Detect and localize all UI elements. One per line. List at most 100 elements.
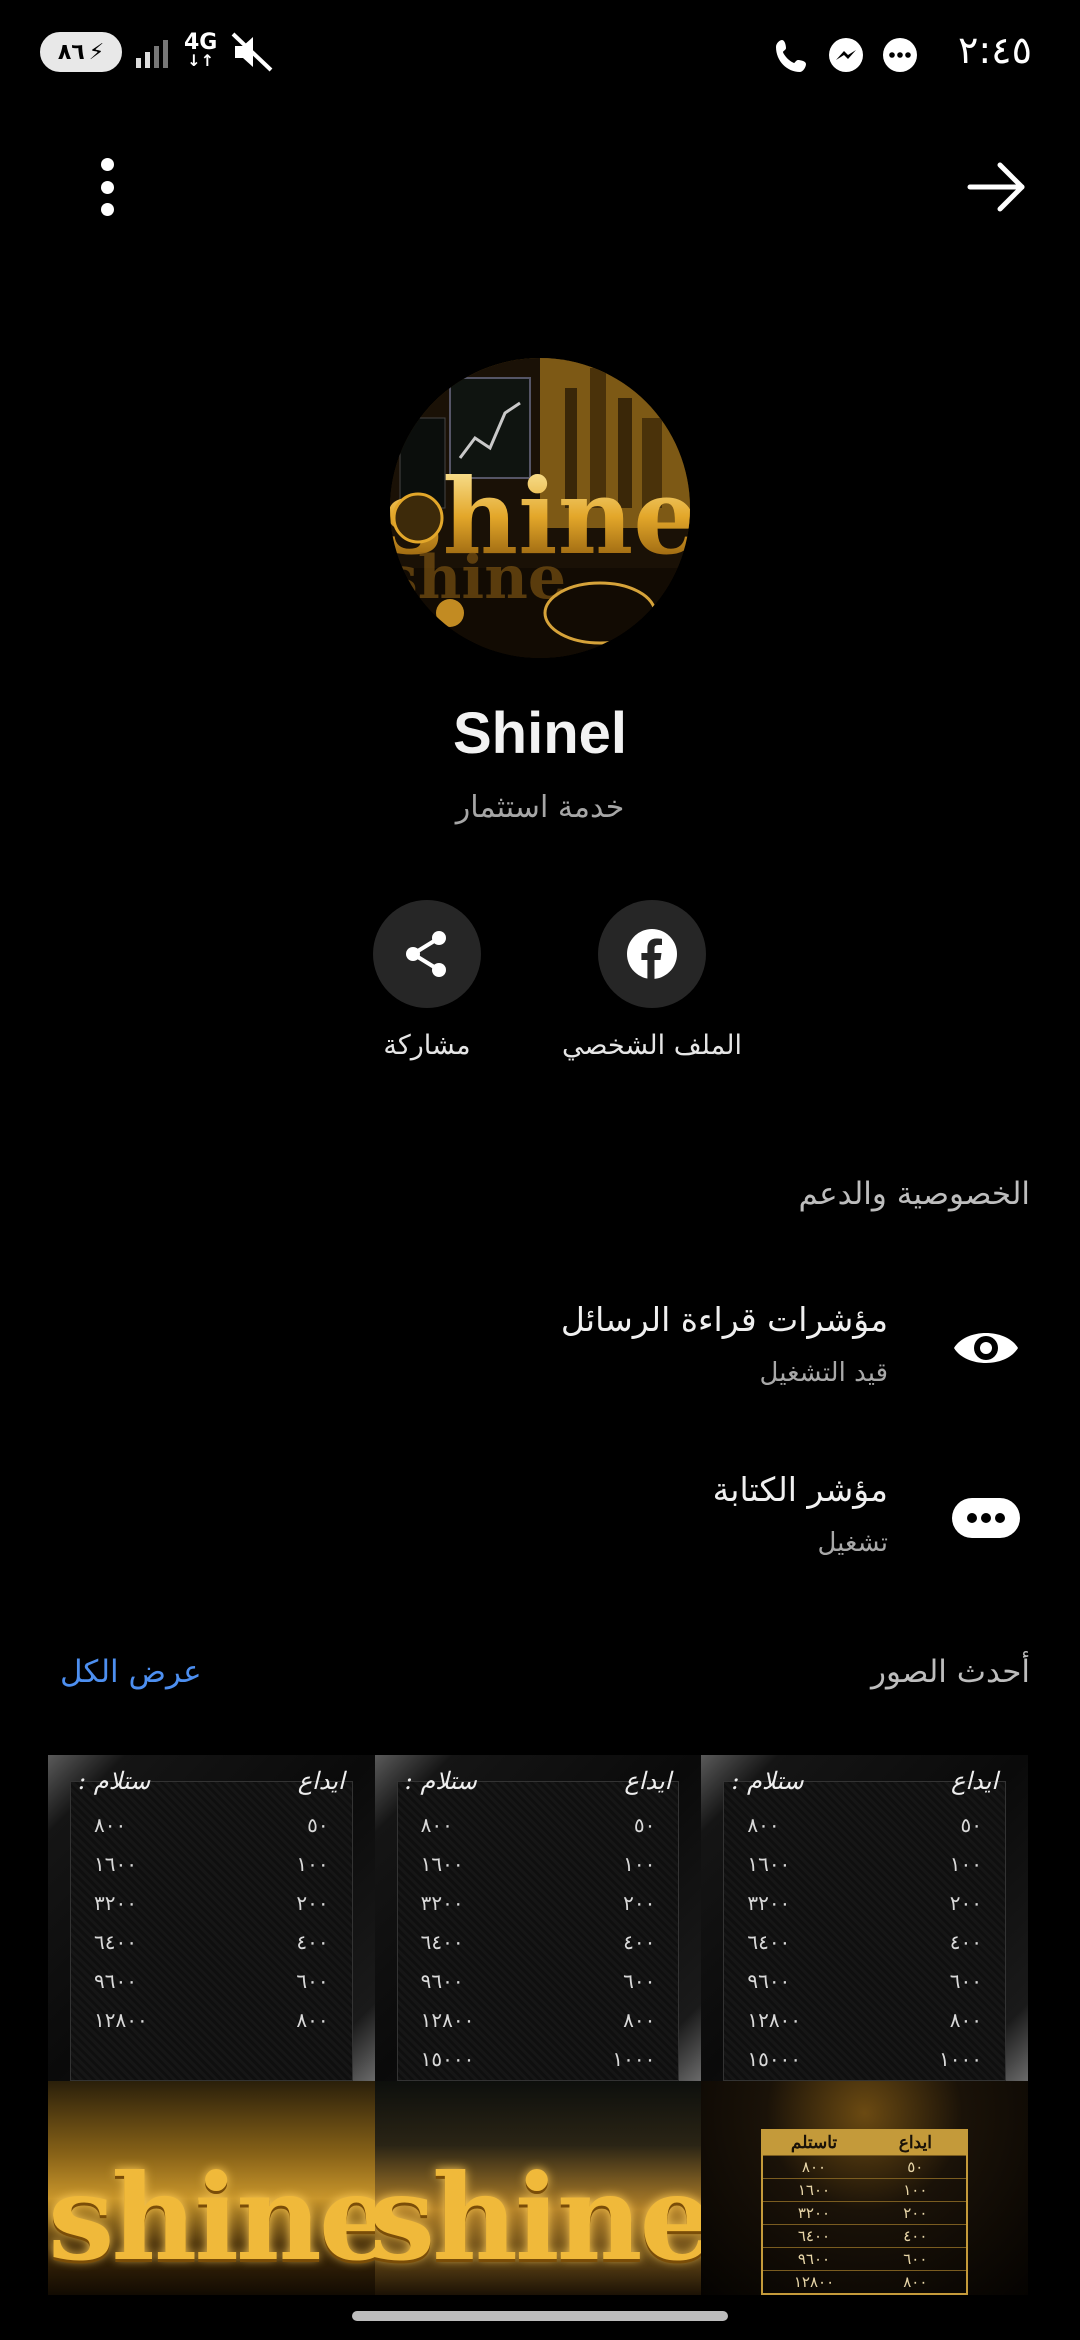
photo-table-cell: ٨٠٠: [747, 1812, 780, 1837]
status-left-group: ٨٦ ⚡ 4G ↓↑: [40, 32, 273, 72]
photo-table-cell: ١٢٨٠٠: [747, 2007, 802, 2032]
photo-table-cell: ٦٠٠: [296, 1968, 329, 1993]
photo-table-cell: ٤٠٠: [949, 1929, 982, 1954]
photo-table-cell: ١٦٠٠: [420, 1851, 464, 1876]
photo-table-cell: ٣٢٠٠: [747, 1890, 791, 1915]
recent-photos-title: أحدث الصور: [870, 1654, 1030, 1690]
messenger-icon: [829, 38, 863, 72]
photo-table-cell: ٢٠٠: [949, 1890, 982, 1915]
photo-table-row: ٥٠ ٨٠٠: [405, 1805, 672, 1844]
data-arrows-icon: ↓↑: [187, 51, 215, 70]
mini-table-row: ٨٠٠ ١٢٨٠٠: [763, 2270, 966, 2293]
photo-tile[interactable]: ايداع ستلام : ٥٠ ٨٠٠ ١٠٠ ١٦٠٠ ٢٠٠ ٣٢٠٠ ٤٠٠ ٦٤٠٠ ٦٠…: [48, 1755, 375, 2081]
photo-table-cell: ١٥٠٠٠: [420, 2046, 475, 2071]
signal-icon: [136, 40, 168, 68]
share-button-circle: [373, 900, 481, 1008]
more-options-button[interactable]: [82, 152, 132, 222]
home-indicator[interactable]: [352, 2311, 728, 2321]
status-time: ٢:٤٥: [957, 28, 1032, 72]
photo-table-row: ١٠٠ ١٦٠٠: [78, 1844, 345, 1883]
photo-table-cell: ١٢٨٠٠: [94, 2007, 148, 2032]
network-type: 4G ↓↑: [184, 30, 218, 70]
mini-table-cell: ٨٠٠: [801, 2158, 827, 2176]
profile-avatar[interactable]: shine shine: [390, 358, 690, 658]
typing-indicator-title: مؤشر الكتابة: [712, 1470, 888, 1509]
photo-table-cell: ٦٤٠٠: [747, 1929, 791, 1954]
more-vert-icon: [100, 158, 114, 171]
photo-table: ايداع ستلام : ٥٠ ٨٠٠ ١٠٠ ١٦٠٠ ٢٠٠ ٣٢٠٠ ٤٠٠ ٦٤٠٠ ٦٠…: [731, 1767, 998, 2078]
photos-grid: ايداع ستلام : ٥٠ ٨٠٠ ١٠٠ ١٦٠٠ ٢٠٠ ٣٢٠٠ ٤٠٠ ٦٤٠٠ ٦٠…: [48, 1755, 1028, 2295]
photo-tile[interactable]: shinel: [48, 2081, 375, 2295]
mini-table-row: ٦٠٠ ٩٦٠٠: [763, 2247, 966, 2270]
photo-table-cell: ٥٠: [960, 1812, 982, 1837]
photo-table-row: ٦٠٠ ٩٦٠٠: [405, 1961, 672, 2000]
read-receipts-row[interactable]: مؤشرات قراءة الرسائل قيد التشغيل: [0, 1290, 1080, 1410]
photo-table-cell: ١٢٨٠٠: [420, 2007, 475, 2032]
svg-text:shine: shine: [390, 543, 566, 613]
read-receipts-title: مؤشرات قراءة الرسائل: [560, 1300, 888, 1339]
photo-table-cell: ٦٤٠٠: [420, 1929, 464, 1954]
photo-table-cell: ١٠٠: [296, 1851, 329, 1876]
mini-table-header-cell: تاستلم: [790, 2133, 838, 2153]
photo-tile[interactable]: ايداع ستلام : ٥٠ ٨٠٠ ١٠٠ ١٦٠٠ ٢٠٠ ٣٢٠٠ ٤٠٠ ٦٤٠٠ ٦٠…: [701, 1755, 1028, 2081]
photo-table-cell: ١٥٠٠٠: [747, 2046, 802, 2071]
mini-table-cell: ٥٠: [907, 2158, 924, 2176]
photo-table-cell: ٨٠٠: [949, 2007, 982, 2032]
photo-table: ايداع ستلام : ٥٠ ٨٠٠ ١٠٠ ١٦٠٠ ٢٠٠ ٣٢٠٠ ٤٠٠ ٦٤٠٠ ٦٠…: [405, 1767, 672, 2078]
mini-table-cell: ١٠٠: [903, 2181, 928, 2199]
photo-table-cell: ٦٠٠: [623, 1968, 656, 1993]
share-icon: [406, 931, 446, 977]
photo-table-cell: ٨٠٠: [94, 1812, 127, 1837]
photo-table-cell: ٣٢٠٠: [420, 1890, 464, 1915]
profile-name: Shinel: [452, 701, 628, 766]
network-type-label: 4G: [184, 30, 218, 55]
photo-table-row: ١٠٠٠ ١٥٠٠٠: [731, 2039, 998, 2078]
photo-table-cell: ١٦٠٠: [94, 1851, 137, 1876]
photo-table-cell: ٥٠: [633, 1812, 656, 1837]
call-icon: [776, 40, 806, 72]
view-all-link[interactable]: عرض الكل: [60, 1654, 202, 1690]
photo-table-row: ٤٠٠ ٦٤٠٠: [731, 1922, 998, 1961]
photo-table-row: ٢٠٠ ٣٢٠٠: [405, 1883, 672, 1922]
mini-table-row: ٤٠٠ ٦٤٠٠: [763, 2224, 966, 2247]
mini-table-cell: ٤٠٠: [903, 2227, 928, 2245]
photo-tile[interactable]: ايداع تاستلم ٥٠ ٨٠٠ ١٠٠ ١٦٠٠ ٢٠٠ ٣٢٠٠ ٤٠٠ ٦٤٠٠ ٦٠٠…: [701, 2081, 1028, 2295]
mini-table-header: ايداع تاستلم: [763, 2131, 966, 2155]
mini-table-cell: ٩٦٠٠: [797, 2250, 831, 2268]
charging-icon: ⚡: [88, 39, 105, 65]
photo-tile[interactable]: ايداع ستلام : ٥٠ ٨٠٠ ١٠٠ ١٦٠٠ ٢٠٠ ٣٢٠٠ ٤٠٠ ٦٤٠٠ ٦٠…: [374, 1755, 702, 2081]
photo-table-cell: ٨٠٠: [420, 1812, 453, 1837]
photo-gold-text: shine: [374, 2148, 702, 2287]
photo-tile[interactable]: shine: [374, 2081, 702, 2295]
share-button[interactable]: مشاركة: [317, 900, 537, 1061]
photo-table: ايداع ستلام : ٥٠ ٨٠٠ ١٠٠ ١٦٠٠ ٢٠٠ ٣٢٠٠ ٤٠٠ ٦٤٠٠ ٦٠…: [78, 1767, 345, 2039]
status-bar: ٨٦ ⚡ 4G ↓↑ ٢:٤٥: [0, 0, 1080, 110]
photo-table-cell: ١٠٠: [949, 1851, 982, 1876]
back-arrow-icon[interactable]: [964, 154, 1030, 220]
photo-table-row: ٤٠٠ ٦٤٠٠: [405, 1922, 672, 1961]
photo-table-cell: ١٠٠٠: [939, 2046, 982, 2071]
notification-icons: [772, 36, 920, 76]
photo-table-cell: ٣٢٠٠: [94, 1890, 137, 1915]
mini-table-row: ٥٠ ٨٠٠: [763, 2155, 966, 2178]
photo-table-row: ٨٠٠ ١٢٨٠٠: [405, 2000, 672, 2039]
profile-subtitle: خدمة استثمار: [455, 790, 625, 825]
profile-button-circle: [598, 900, 706, 1008]
eye-icon: [950, 1312, 1022, 1384]
photo-table-header: ايداع ستلام :: [731, 1767, 998, 1795]
photo-gold-text: shinel: [48, 2148, 375, 2287]
photo-table-header-cell: ايداع: [951, 1767, 998, 1795]
photo-table-cell: ٦٤٠٠: [94, 1929, 137, 1954]
typing-indicator-row[interactable]: مؤشر الكتابة تشغيل: [0, 1460, 1080, 1580]
typing-dots-icon: [950, 1482, 1022, 1554]
toolbar: [0, 140, 1080, 230]
mini-table-cell: ٢٠٠: [903, 2204, 928, 2222]
battery-icon: ٨٦ ⚡: [40, 32, 122, 72]
photo-table-cell: ١٠٠: [623, 1851, 656, 1876]
photo-table-row: ٦٠٠ ٩٦٠٠: [731, 1961, 998, 2000]
profile-button-label: الملف الشخصي: [562, 1030, 742, 1061]
photo-table-header: ايداع ستلام :: [405, 1767, 672, 1795]
photo-table-cell: ٥٠: [307, 1812, 329, 1837]
mini-table-row: ١٠٠ ١٦٠٠: [763, 2178, 966, 2201]
profile-button[interactable]: الملف الشخصي: [542, 900, 762, 1061]
